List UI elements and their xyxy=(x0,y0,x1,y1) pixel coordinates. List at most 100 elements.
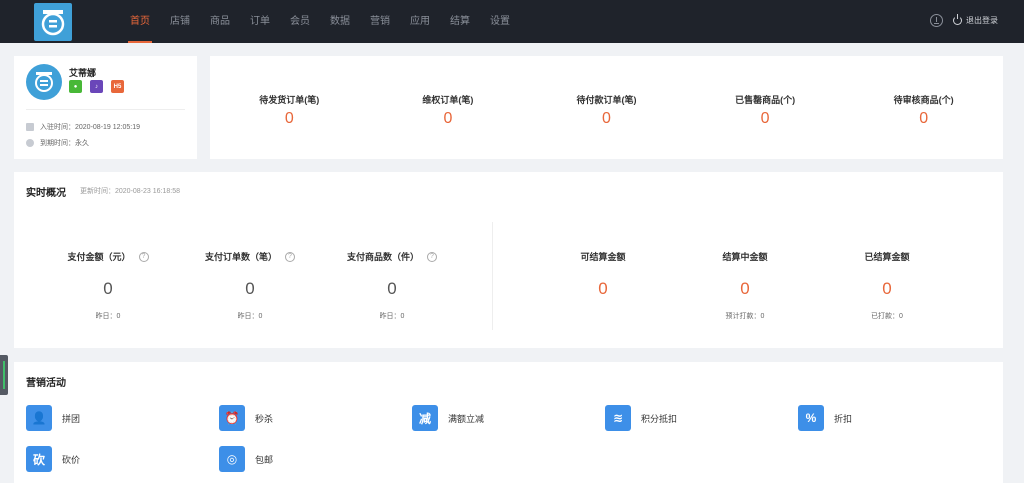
stat-label: 待发货订单(笔) xyxy=(259,95,320,105)
stat-value: 0 xyxy=(284,110,294,127)
stat-pending-review[interactable]: 待审核商品(个) 0 xyxy=(844,56,1003,159)
stat-label: 待付款订单(笔) xyxy=(576,95,637,105)
nav-item-apps[interactable]: 应用 xyxy=(400,0,440,43)
metric-settleable: 可结算金额 0 xyxy=(533,250,673,311)
stat-label: 已售罄商品(个) xyxy=(735,95,796,105)
stat-label: 维权订单(笔) xyxy=(422,95,474,105)
stat-sold-out[interactable]: 已售罄商品(个) 0 xyxy=(686,56,845,159)
coins-icon: ≋ xyxy=(605,405,631,431)
marketing-card: 营销活动 👤 拼团 ⏰ 秒杀 减 满额立减 ≋ 积分抵扣 % 折扣 砍 砍价 ◎… xyxy=(14,362,1003,483)
nav-item-data[interactable]: 数据 xyxy=(320,0,360,43)
section-title: 营销活动 xyxy=(26,378,66,389)
marketing-item-flash-sale[interactable]: ⏰ 秒杀 xyxy=(219,405,273,431)
help-icon[interactable]: ? xyxy=(427,251,437,262)
h5-badge: H5 xyxy=(111,80,124,93)
nav-item-settlement[interactable]: 结算 xyxy=(440,0,480,43)
nav-item-home[interactable]: 首页 xyxy=(120,0,160,43)
metric-value: 0 xyxy=(740,279,750,298)
expire-time-row: 到期时间：永久 xyxy=(26,138,89,148)
nav-item-marketing[interactable]: 营销 xyxy=(360,0,400,43)
stat-label: 待审核商品(个) xyxy=(893,95,954,105)
metric-value: 0 xyxy=(103,279,113,298)
download-icon[interactable] xyxy=(930,14,943,27)
bookmark-icon xyxy=(26,123,34,131)
reduce-icon: 减 xyxy=(412,405,438,431)
nav-item-members[interactable]: 会员 xyxy=(280,0,320,43)
join-time-row: 入驻时间：2020-08-19 12:05:19 xyxy=(26,122,140,132)
clock-icon xyxy=(26,139,34,147)
realtime-overview-card: 实时概况 更新时间：2020-08-23 16:18:58 支付金额（元）? 0… xyxy=(14,172,1003,348)
marketing-label: 拼团 xyxy=(62,413,81,424)
order-stats-card: 待发货订单(笔) 0 维权订单(笔) 0 待付款订单(笔) 0 已售罄商品(个)… xyxy=(210,56,1003,159)
shipping-icon: ◎ xyxy=(219,446,245,472)
metric-sub: 预计打款：0 xyxy=(725,313,765,320)
marketing-item-group-buy[interactable]: 👤 拼团 xyxy=(26,405,80,431)
stat-value: 0 xyxy=(760,110,770,127)
marketing-item-full-reduction[interactable]: 减 满额立减 xyxy=(412,405,484,431)
logo-icon[interactable] xyxy=(34,3,72,41)
update-time: 更新时间：2020-08-23 16:18:58 xyxy=(80,188,180,195)
nav-item-settings[interactable]: 设置 xyxy=(480,0,520,43)
marketing-label: 折扣 xyxy=(834,413,853,424)
metric-sub: 昨日：0 xyxy=(95,313,121,320)
marketing-item-bargain[interactable]: 砍 砍价 xyxy=(26,446,80,472)
stat-pending-shipment[interactable]: 待发货订单(笔) 0 xyxy=(210,56,369,159)
section-title: 实时概况 xyxy=(26,188,66,199)
avatar xyxy=(26,64,62,100)
metric-pay-orders: 支付订单数（笔）? 0 昨日：0 xyxy=(180,250,320,321)
tag-icon: % xyxy=(798,405,824,431)
marketing-label: 砍价 xyxy=(62,454,81,465)
marketing-label: 满额立减 xyxy=(448,413,485,424)
join-time: 入驻时间：2020-08-19 12:05:19 xyxy=(40,124,140,131)
metric-label: 可结算金额 xyxy=(580,252,626,262)
douyin-icon: ♪ xyxy=(90,80,103,93)
marketing-label: 秒杀 xyxy=(255,413,274,424)
metric-label: 支付订单数（笔） xyxy=(204,252,277,262)
shop-name: 艾蒂娜 xyxy=(69,68,97,78)
channel-badges: ● ♪ H5 xyxy=(69,80,124,93)
marketing-item-free-shipping[interactable]: ◎ 包邮 xyxy=(219,446,273,472)
help-icon[interactable]: ? xyxy=(138,251,149,262)
metric-label: 支付商品数（件） xyxy=(346,252,419,262)
marketing-item-points[interactable]: ≋ 积分抵扣 xyxy=(605,405,677,431)
metric-label: 结算中金额 xyxy=(722,252,768,262)
wechat-icon: ● xyxy=(69,80,82,93)
metric-value: 0 xyxy=(387,279,397,298)
clock-icon: ⏰ xyxy=(219,405,245,431)
top-navbar: 首页 店铺 商品 订单 会员 数据 营销 应用 结算 设置 退出登录 xyxy=(0,0,1024,43)
metric-sub: 昨日：0 xyxy=(379,313,405,320)
expire-time: 到期时间：永久 xyxy=(40,140,89,147)
logout-button[interactable]: 退出登录 xyxy=(953,14,998,26)
logout-label: 退出登录 xyxy=(966,16,998,25)
metric-label: 已结算金额 xyxy=(864,252,910,262)
stat-rights-orders[interactable]: 维权订单(笔) 0 xyxy=(369,56,528,159)
nav-item-products[interactable]: 商品 xyxy=(200,0,240,43)
marketing-label: 积分抵扣 xyxy=(641,413,678,424)
main-nav: 首页 店铺 商品 订单 会员 数据 营销 应用 结算 设置 xyxy=(120,0,520,43)
metric-settling: 结算中金额 0 预计打款：0 xyxy=(675,250,815,321)
power-icon xyxy=(953,14,962,25)
divider xyxy=(492,222,493,330)
stat-value: 0 xyxy=(602,110,611,127)
marketing-item-discount[interactable]: % 折扣 xyxy=(798,405,852,431)
stat-value: 0 xyxy=(443,110,453,127)
help-icon[interactable]: ? xyxy=(285,251,295,262)
metric-value: 0 xyxy=(598,279,608,298)
shop-profile-card: 艾蒂娜 ● ♪ H5 入驻时间：2020-08-19 12:05:19 到期时间… xyxy=(14,56,197,159)
stat-pending-payment[interactable]: 待付款订单(笔) 0 xyxy=(527,56,686,159)
nav-item-shop[interactable]: 店铺 xyxy=(160,0,200,43)
divider xyxy=(26,109,185,110)
metric-sub: 昨日：0 xyxy=(237,313,263,320)
top-right-actions: 退出登录 xyxy=(930,14,998,27)
metric-value: 0 xyxy=(245,279,255,298)
side-drawer-handle[interactable] xyxy=(0,355,8,395)
metric-pay-items: 支付商品数（件）? 0 昨日：0 xyxy=(322,250,462,321)
metric-value: 0 xyxy=(882,279,892,298)
cut-icon: 砍 xyxy=(26,446,52,472)
nav-item-orders[interactable]: 订单 xyxy=(240,0,280,43)
metric-label: 支付金额（元） xyxy=(67,252,131,262)
metric-pay-amount: 支付金额（元）? 0 昨日：0 xyxy=(38,250,178,321)
metric-settled: 已结算金额 0 已打款：0 xyxy=(817,250,957,321)
stat-value: 0 xyxy=(919,110,929,127)
metric-sub: 已打款：0 xyxy=(871,313,903,320)
